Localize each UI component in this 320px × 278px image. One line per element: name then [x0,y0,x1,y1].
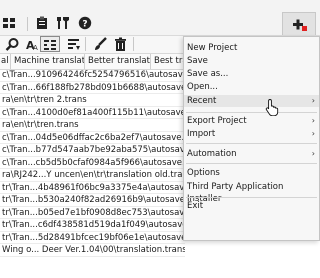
table-row[interactable]: c\Tran...04d5e06dffac2c6ba2ef7\autosave.… [0,132,185,144]
table-row[interactable]: c\Tran...910964246fc5254796516\autosave.… [0,69,185,82]
search-icon[interactable] [5,37,20,52]
sort-icon[interactable] [66,37,81,52]
table-row[interactable]: tr\Tran...b05ed7e1bf0908d8ec753\autosave… [0,207,185,219]
table-row[interactable]: c\Tran...cb5d5b0cfaf0984a5f966\autosave.… [0,157,185,169]
submenu-arrow-icon: › [311,116,315,125]
submenu-arrow-icon: › [311,149,315,158]
table-row[interactable]: Wing o... Deer Ver.1.04\00\translation.t… [0,244,185,257]
menu-item-label: Recent [187,96,217,106]
brush-icon[interactable] [93,37,108,52]
menu-item-label: New Project [187,43,238,53]
menu-item-label: Automation [187,149,237,159]
menu-item-label: Save as... [187,69,229,79]
menu-item-save[interactable]: Save [184,55,319,67]
table-row[interactable]: c\Tran...4100d0ef81a400f115b11\autosave.… [0,107,185,119]
menu-item-new-project[interactable]: New Project [184,42,319,54]
clipboard-icon[interactable] [35,16,49,30]
table-row[interactable]: tr\Tran...4b48961f06bc9a3375e4a\autosave… [0,182,185,194]
menu-item-exit[interactable]: Exit [184,200,319,212]
hand-cursor-icon [265,98,279,117]
submenu-arrow-icon: › [311,129,315,138]
menu-separator [186,163,317,164]
svg-text:?: ? [82,20,87,30]
top-toolbar: ? [0,0,320,36]
menu-item-label: Import [187,129,216,139]
toolbar-divider [133,37,134,51]
table-row[interactable]: tr\Tran...b530a240f82ad26916b9\autosave.… [0,194,185,207]
tools-icon[interactable] [56,16,70,30]
menu-item-label: Open... [187,82,218,92]
table-row[interactable]: ra\en\tr\tren.trans [0,119,185,132]
menu-separator [186,143,317,144]
grid-icon[interactable] [2,16,16,30]
menu-item-recent[interactable]: Recent › [184,95,319,107]
submenu-arrow-icon: › [311,96,315,105]
table-row[interactable]: c\Tran...66f188fb278bd091b6688\autosave.… [0,82,185,94]
toolbar-divider [27,17,28,31]
menu-separator [186,197,317,198]
menu-item-label: Options [187,168,220,178]
table-row[interactable]: ra\en\tr\tren 2.trans [0,94,185,107]
table-row[interactable]: tr\Tran...c6df438581d519da1f049\autosave… [0,219,185,232]
toolbar-divider [85,37,86,51]
help-icon[interactable]: ? [78,16,92,30]
table-row[interactable]: ra\RJ242...Y uncen\en\tr\translation old… [0,169,185,182]
menu-item-label: Export Project [187,116,247,126]
main-menu-dropdown: New Project Save Save as... Open... Rece… [183,36,320,241]
menu-item-import[interactable]: Import › [184,128,319,140]
text-align-toggle[interactable] [40,36,60,52]
column-header-machine-translation[interactable]: Machine translation [11,54,85,69]
table-row[interactable]: c\Tran...b77d547aab7be92aba575\autosave.… [0,144,185,157]
menu-item-automation[interactable]: Automation › [184,148,319,160]
menu-item-options[interactable]: Options [184,167,319,179]
menu-separator [186,112,317,113]
trash-icon[interactable] [113,37,128,52]
font-size-icon[interactable]: AA [25,37,40,52]
text-align-icon [43,38,57,54]
menu-item-label: Exit [187,201,204,211]
menu-item-third-party-installer[interactable]: Third Party Application Installer [184,181,319,204]
table-row[interactable]: tr\Tran...5d28491bfcec19bf06e1e\autosave… [0,232,185,244]
column-header[interactable]: al [0,54,11,69]
menu-item-open[interactable]: Open... [184,81,319,93]
table-body: c\Tran...910964246fc5254796516\autosave.… [0,69,185,257]
main-menu-button[interactable] [282,12,316,36]
menu-item-save-as[interactable]: Save as... [184,68,319,80]
svg-text:A: A [33,44,38,52]
plus-menu-icon [292,18,308,32]
menu-item-export-project[interactable]: Export Project › [184,115,319,127]
menu-item-label: Save [187,56,208,66]
column-header-better-translation[interactable]: Better translation [85,54,151,69]
